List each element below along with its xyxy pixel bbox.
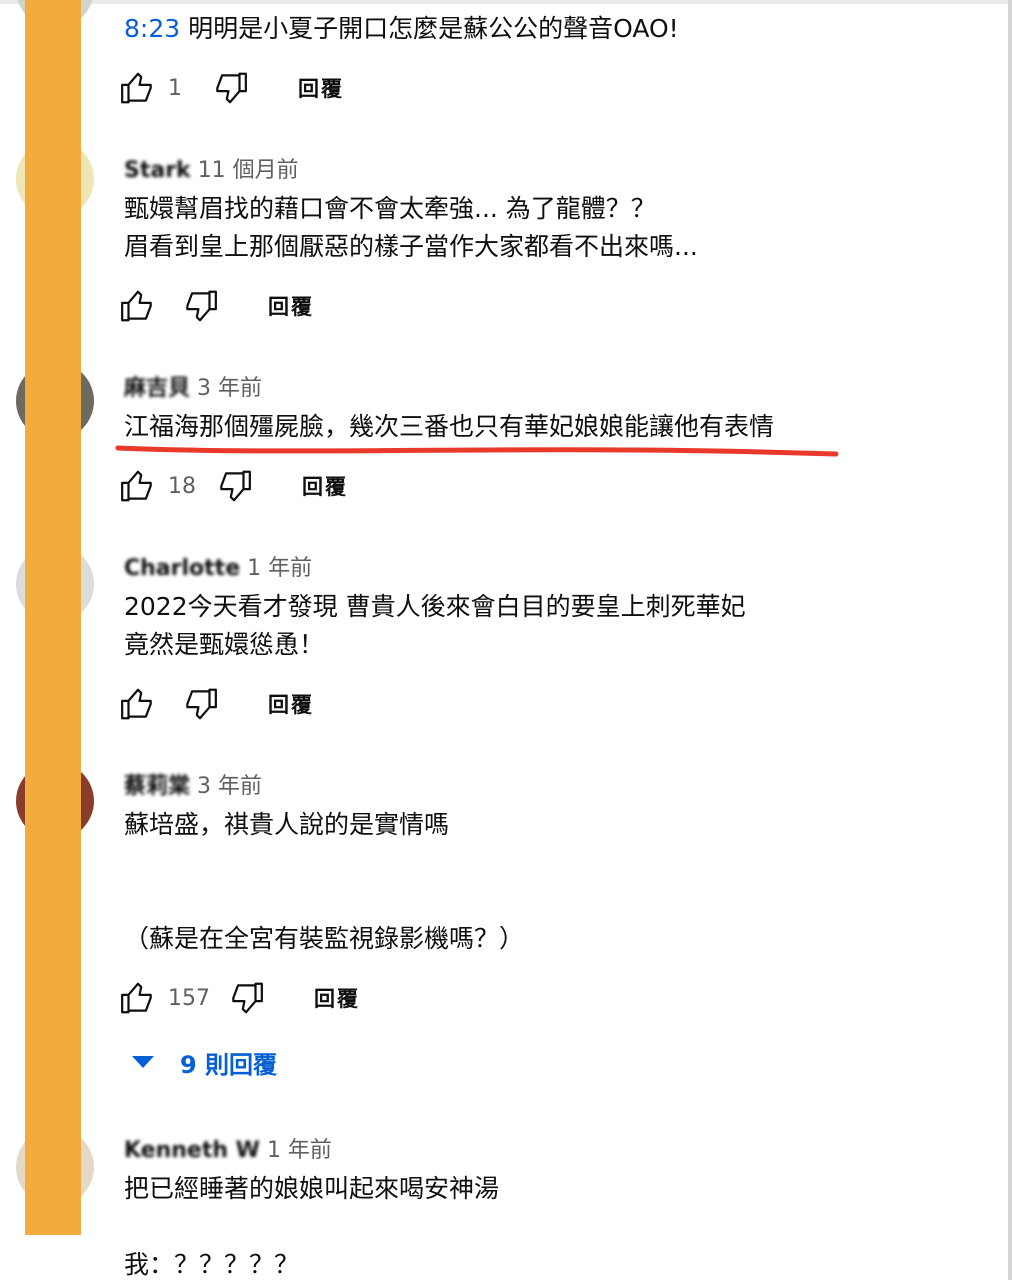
reply-button[interactable]: 回覆 [268, 689, 314, 719]
thumb-up-icon[interactable] [118, 684, 158, 724]
comment-time: 1 年前 [266, 1138, 332, 1163]
comment-text: 2022今天看才發現 曹貴人後來會白目的要皇上刺死華妃 [124, 592, 746, 621]
author-name[interactable]: 蔡莉棠 [124, 774, 190, 799]
thumb-down-icon[interactable] [180, 286, 220, 326]
comment-actions: 18 回覆 [118, 464, 348, 508]
comment-text: 蘇培盛，祺貴人說的是實情嗎 [124, 810, 450, 839]
thumb-down-icon[interactable] [226, 978, 266, 1018]
thumb-up-icon[interactable] [118, 68, 158, 108]
comment-text: （蘇是在全宮有裝監視錄影機嗎？） [124, 924, 525, 953]
view-replies-button[interactable]: 9 則回覆 [132, 1040, 277, 1084]
comment-meta: Kenneth W 1 年前 [124, 1132, 332, 1164]
reply-button[interactable]: 回覆 [268, 291, 314, 321]
reply-button[interactable]: 回覆 [314, 983, 360, 1013]
caret-down-icon [132, 1056, 154, 1068]
timestamp-link[interactable]: 8:23 [124, 14, 180, 43]
replies-count-label: 9 則回覆 [180, 1050, 278, 1079]
comment-actions: 回覆 [118, 284, 314, 328]
comment-time: 1 年前 [247, 556, 313, 581]
comment-text: 8:23 明明是小夏子開口怎麼是蘇公公的聲音OAO! [124, 10, 679, 48]
thumb-up-icon[interactable] [118, 286, 158, 326]
thumb-up-icon[interactable] [118, 978, 158, 1018]
comment-text: 甄嬛幫眉找的藉口會不會太牽強... 為了龍體？？ [124, 194, 656, 223]
comment-meta: Stark 11 個月前 [124, 152, 299, 184]
comment-actions: 157 回覆 [118, 976, 360, 1020]
window-edge [1008, 0, 1012, 1280]
reply-button[interactable]: 回覆 [298, 73, 344, 103]
like-count: 18 [168, 473, 196, 499]
thumb-down-icon[interactable] [180, 684, 220, 724]
comment-meta: 蔡莉棠 3 年前 [124, 768, 262, 800]
comment-actions: 回覆 [118, 682, 314, 726]
thumb-down-icon[interactable] [210, 68, 250, 108]
red-underline-annotation [115, 445, 839, 457]
comment-time: 3 年前 [197, 774, 263, 799]
top-strip [0, 0, 1012, 4]
thumb-up-icon[interactable] [118, 466, 158, 506]
comment-meta: 麻吉貝 3 年前 [124, 370, 262, 402]
reply-button[interactable]: 回覆 [302, 471, 348, 501]
thumb-down-icon[interactable] [214, 466, 254, 506]
highlight-mask-bar [25, 0, 81, 1235]
author-name[interactable]: 麻吉貝 [124, 376, 190, 401]
comment-text: 把已經睡著的娘娘叫起來喝安神湯 [124, 1174, 500, 1203]
comment-time: 11 個月前 [197, 158, 299, 183]
comment-text: 我：？？？？？ [124, 1250, 300, 1279]
like-count: 157 [168, 985, 210, 1011]
author-name[interactable]: Charlotte [124, 556, 240, 581]
comment-actions: 1 回覆 [118, 66, 344, 110]
comment-text: 眉看到皇上那個厭惡的樣子當作大家都看不出來嗎... [124, 232, 698, 261]
author-name[interactable]: Stark [124, 158, 191, 183]
author-name[interactable]: Kenneth W [124, 1138, 260, 1163]
comment-time: 3 年前 [197, 376, 263, 401]
like-count: 1 [168, 75, 182, 101]
comment-meta: Charlotte 1 年前 [124, 550, 312, 582]
comment-text-body: 明明是小夏子開口怎麼是蘇公公的聲音OAO! [180, 14, 679, 43]
comment-text: 竟然是甄嬛慫恿！ [124, 630, 325, 659]
